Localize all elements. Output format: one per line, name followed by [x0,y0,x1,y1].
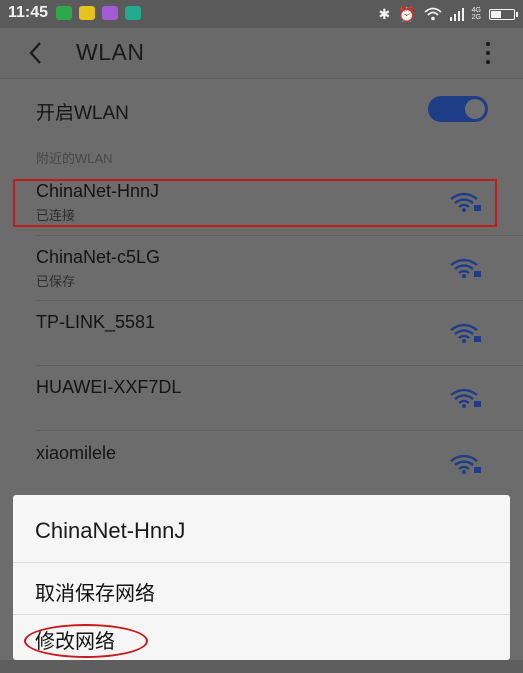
highlight-annotation [13,179,497,227]
wifi-locked-icon [450,454,481,474]
page-title: WLAN [76,39,145,65]
network-type-bottom: 2G [471,14,481,21]
status-bar: 11:45 ✱ ⏰ 4G 2G [0,0,523,28]
network-item[interactable]: HUAWEI-XXF7DL [0,366,523,431]
network-item[interactable]: ChinaNet-c5LG 已保存 [0,236,523,301]
more-options-icon[interactable] [480,40,496,66]
network-item[interactable]: TP-LINK_5581 [0,301,523,366]
status-time: 11:45 [8,4,49,21]
status-icons: ✱ ⏰ 4G 2G [378,4,518,24]
network-status: 已保存 [36,274,76,289]
battery-icon [489,8,518,20]
bluetooth-icon: ✱ [378,6,391,22]
wlan-toggle-switch[interactable] [428,96,488,122]
network-name: ChinaNet-c5LG [36,247,161,267]
network-name: HUAWEI-XXF7DL [36,377,182,397]
wifi-locked-icon [450,388,481,408]
wlan-toggle-label: 开启WLAN [36,103,129,124]
toggle-knob [465,99,485,119]
app-notification-icon [125,6,141,20]
network-name: TP-LINK_5581 [36,312,156,332]
battery-level [491,10,501,18]
network-name: xiaomilele [36,443,117,463]
divider [0,78,523,79]
wifi-icon [424,7,442,21]
nearby-wlan-header: 附近的WLAN [36,151,113,166]
app-notification-icon [79,6,95,20]
signal-icon [449,8,464,21]
screen: 11:45 ✱ ⏰ 4G 2G WLAN 开启WLAN 附近的WLAN Chin… [0,0,523,673]
network-type-top: 4G [471,7,481,14]
network-type: 4G 2G [472,7,481,21]
forget-network-option[interactable]: 取消保存网络 [13,563,510,615]
forget-network-label: 取消保存网络 [35,583,155,605]
alarm-icon: ⏰ [398,6,416,22]
app-notification-icon [56,6,72,20]
wifi-locked-icon [450,323,481,343]
network-item[interactable]: xiaomilele [0,432,523,497]
action-bar: WLAN [0,28,523,78]
dialog-title: ChinaNet-HnnJ [35,518,186,543]
oval-annotation [24,624,148,658]
back-arrow-icon[interactable] [24,40,50,66]
divider [36,430,523,431]
app-notification-icon [102,6,118,20]
bottom-nav-strip [0,660,523,673]
wifi-locked-icon [450,258,481,278]
